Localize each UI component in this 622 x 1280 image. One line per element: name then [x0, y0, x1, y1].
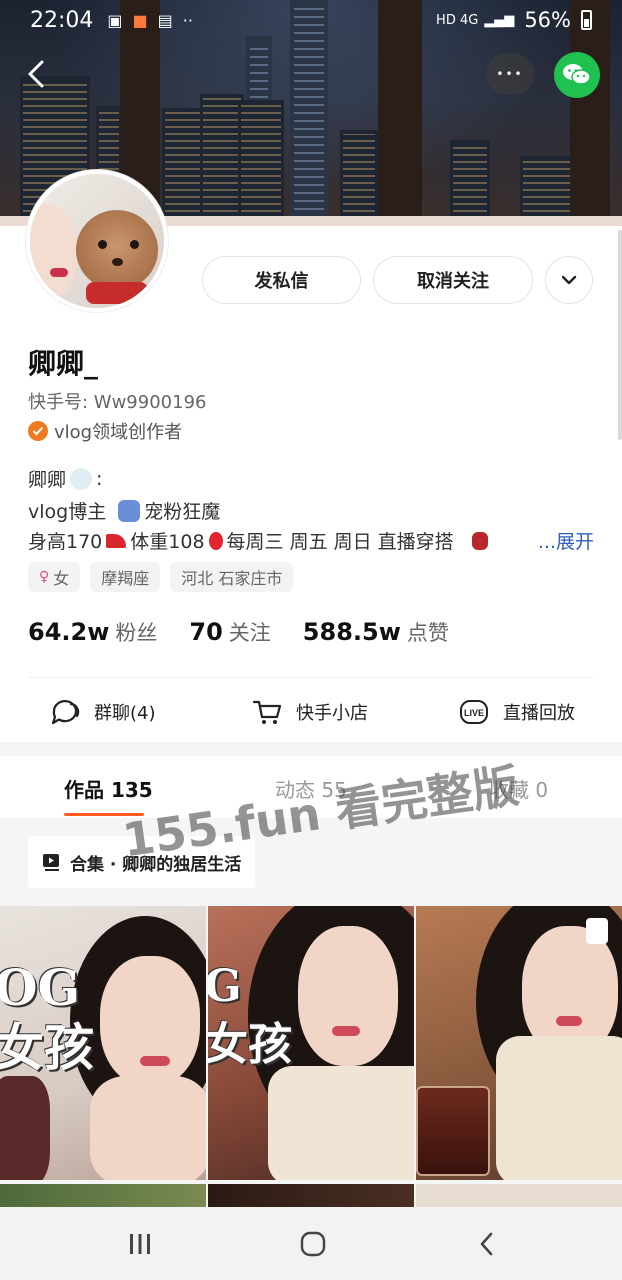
thumbnail-overlay-text: G 女孩	[208, 961, 292, 1070]
video-thumbnail-row2[interactable]	[416, 1184, 622, 1207]
chevron-down-icon	[561, 275, 577, 285]
profile-stats: 64.2w 粉丝 70 关注 588.5w 点赞	[28, 617, 481, 647]
system-back-button[interactable]	[467, 1229, 507, 1259]
bio-fans: 宠粉狂魔	[144, 501, 221, 523]
bio-live-schedule: 每周三 周五 周日 直播穿搭	[226, 531, 454, 553]
video-thumbnail[interactable]: G 女孩	[208, 906, 414, 1180]
stat-following-value: 70	[189, 618, 223, 646]
gender-female-icon: ♀	[39, 569, 50, 585]
playlist-icon	[43, 854, 59, 871]
stat-followers[interactable]: 64.2w 粉丝	[28, 617, 157, 647]
shopping-cart-icon	[252, 700, 282, 724]
send-message-button[interactable]: 发私信	[202, 256, 361, 304]
back-arrow-icon[interactable]	[22, 56, 52, 92]
gift-emoji-icon	[118, 499, 141, 522]
unfollow-label: 取消关注	[417, 271, 489, 292]
signal-icon: ▂▄▆	[484, 12, 515, 28]
group-chat-button[interactable]: 群聊(4)	[50, 692, 156, 732]
thumbnail-overlay-text: OG 女孩	[0, 958, 94, 1077]
video-thumbnail-row2[interactable]	[0, 1184, 206, 1207]
angel-emoji-icon	[70, 467, 93, 490]
divider	[28, 677, 594, 678]
live-replay-icon: LIVE	[460, 700, 488, 724]
svg-text:LIVE: LIVE	[464, 708, 484, 718]
balloon-emoji-icon	[208, 531, 223, 550]
quick-actions: 群聊(4) 快手小店 LIVE 直播回放	[0, 692, 622, 732]
message-notification-icon: ▤	[157, 10, 173, 30]
ribbon-emoji-icon	[471, 531, 488, 550]
app-notification-icon: ■	[132, 10, 148, 30]
bio-vlog: vlog博主	[28, 501, 107, 523]
photo-album-icon	[586, 918, 608, 944]
chat-bubble-icon	[51, 700, 80, 725]
live-replay-button[interactable]: LIVE 直播回放	[459, 692, 575, 732]
creator-badge[interactable]: vlog领域创作者	[28, 418, 182, 444]
stat-following[interactable]: 70 关注	[189, 617, 270, 647]
wechat-icon	[563, 64, 591, 85]
tag-location: 河北 石家庄市	[170, 562, 294, 592]
scroll-indicator	[618, 230, 622, 440]
tag-zodiac: 摩羯座	[90, 562, 161, 592]
user-id[interactable]: 快手号: Ww9900196	[28, 388, 206, 414]
store-label: 快手小店	[296, 703, 368, 724]
recent-apps-button[interactable]	[120, 1229, 160, 1259]
video-grid: OG 女孩 G 女孩	[0, 906, 622, 1207]
stat-likes[interactable]: 588.5w 点赞	[303, 617, 449, 647]
bio-expand-link[interactable]: ...展开	[538, 527, 594, 554]
battery-percent: 56%	[524, 8, 571, 32]
bio-colon: :	[96, 467, 103, 490]
video-thumbnail-row2[interactable]	[208, 1184, 414, 1207]
tab-works[interactable]: 作品 135	[64, 774, 153, 803]
stat-followers-label: 粉丝	[115, 621, 158, 645]
avatar[interactable]	[26, 170, 168, 312]
profile-tags: ♀ 女 摩羯座 河北 石家庄市	[28, 562, 294, 592]
recent-apps-icon	[130, 1234, 150, 1254]
more-icon: •••	[496, 67, 524, 81]
high-heel-emoji-icon	[106, 533, 127, 548]
system-navigation-bar	[0, 1207, 622, 1280]
stat-followers-value: 64.2w	[28, 618, 110, 646]
back-icon	[480, 1232, 493, 1256]
nickname: 卿卿_	[28, 347, 99, 380]
store-button[interactable]: 快手小店	[252, 692, 368, 732]
more-notifications-icon: ··	[182, 10, 193, 30]
expand-recommendations-button[interactable]	[545, 256, 593, 304]
stat-following-label: 关注	[228, 621, 271, 645]
status-bar: 22:04 ▣ ■ ▤ ·· HD 4G ▂▄▆ 56%	[0, 0, 622, 40]
wechat-share-button[interactable]	[554, 52, 600, 98]
bio-height: 身高170	[28, 531, 103, 553]
creator-badge-label: vlog领域创作者	[54, 422, 183, 443]
tag-gender-label: 女	[53, 569, 70, 588]
group-chat-label: 群聊(4)	[94, 703, 156, 724]
home-icon	[300, 1231, 326, 1257]
live-replay-label: 直播回放	[503, 703, 575, 724]
section-separator	[0, 742, 622, 756]
video-thumbnail[interactable]	[416, 906, 622, 1180]
stat-likes-label: 点赞	[406, 621, 449, 645]
status-time: 22:04	[30, 7, 94, 33]
bio-weight: 体重108	[130, 531, 205, 553]
battery-icon	[581, 10, 592, 30]
gallery-notification-icon: ▣	[107, 10, 123, 30]
bio-name: 卿卿	[28, 469, 67, 491]
bio-line-3: 身高170 体重108 每周三 周五 周日 直播穿搭 ...展开	[28, 527, 594, 554]
unfollow-button[interactable]: 取消关注	[373, 256, 533, 304]
bio-line-2: vlog博主 宠粉狂魔	[28, 497, 220, 524]
network-indicator: HD 4G	[436, 12, 479, 28]
tag-gender: ♀ 女	[28, 562, 81, 592]
tag-location-label: 河北 石家庄市	[181, 569, 283, 588]
home-button[interactable]	[293, 1229, 333, 1259]
video-thumbnail[interactable]: OG 女孩	[0, 906, 206, 1180]
tag-zodiac-label: 摩羯座	[101, 569, 150, 588]
bio-line-1: 卿卿 :	[28, 465, 102, 492]
stat-likes-value: 588.5w	[302, 618, 401, 646]
more-options-button[interactable]: •••	[486, 53, 534, 95]
send-message-label: 发私信	[254, 271, 309, 292]
verified-badge-icon	[28, 421, 48, 441]
